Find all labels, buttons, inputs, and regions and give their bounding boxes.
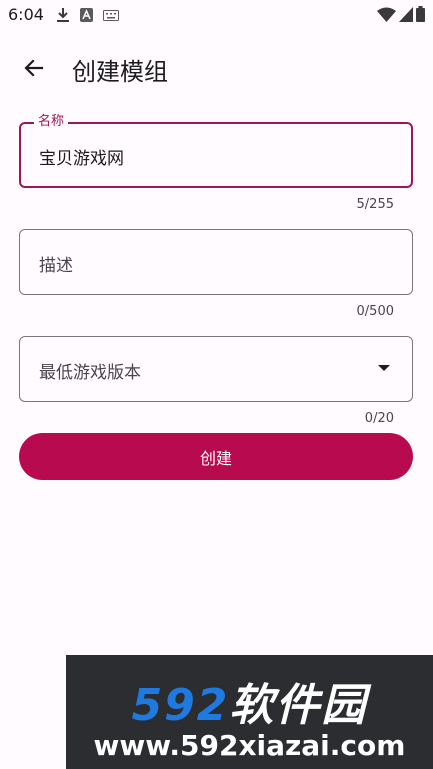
description-placeholder: 描述 (39, 256, 73, 276)
name-counter: 5/255 (356, 197, 394, 212)
description-field[interactable]: 描述 (19, 229, 413, 295)
download-icon (57, 8, 69, 22)
min-version-dropdown[interactable]: 最低游戏版本 (19, 336, 413, 402)
page-title: 创建模组 (72, 58, 168, 86)
keyboard-icon (103, 9, 119, 21)
name-field[interactable]: 名称 宝贝游戏网 (19, 114, 413, 188)
name-field-value: 宝贝游戏网 (39, 149, 124, 169)
watermark-brand: 592软件园 (66, 669, 433, 733)
min-version-placeholder: 最低游戏版本 (39, 363, 141, 383)
min-version-counter: 0/20 (364, 411, 394, 426)
dropdown-arrow-icon (378, 365, 390, 371)
battery-icon (416, 6, 425, 22)
watermark-brand-text: 软件园 (229, 680, 368, 731)
wifi-icon (377, 7, 396, 22)
watermark-url: www.592xiazai.com (93, 729, 406, 762)
description-counter: 0/500 (356, 304, 394, 319)
arrow-back-icon (24, 59, 44, 77)
watermark-brand-number: 592 (131, 680, 230, 731)
keyboard-a-icon (80, 8, 93, 22)
name-field-label: 名称 (34, 114, 69, 130)
back-button[interactable] (14, 48, 54, 88)
status-right-icons (377, 6, 425, 22)
signal-icon (399, 6, 413, 22)
watermark-banner: 592软件园 www.592xiazai.com (66, 655, 433, 769)
status-left-icons (56, 7, 119, 23)
create-button[interactable]: 创建 (19, 433, 413, 480)
status-time: 6:04 (8, 5, 44, 24)
status-bar: 6:04 (0, 0, 433, 30)
top-app-bar: 创建模组 (0, 40, 433, 96)
